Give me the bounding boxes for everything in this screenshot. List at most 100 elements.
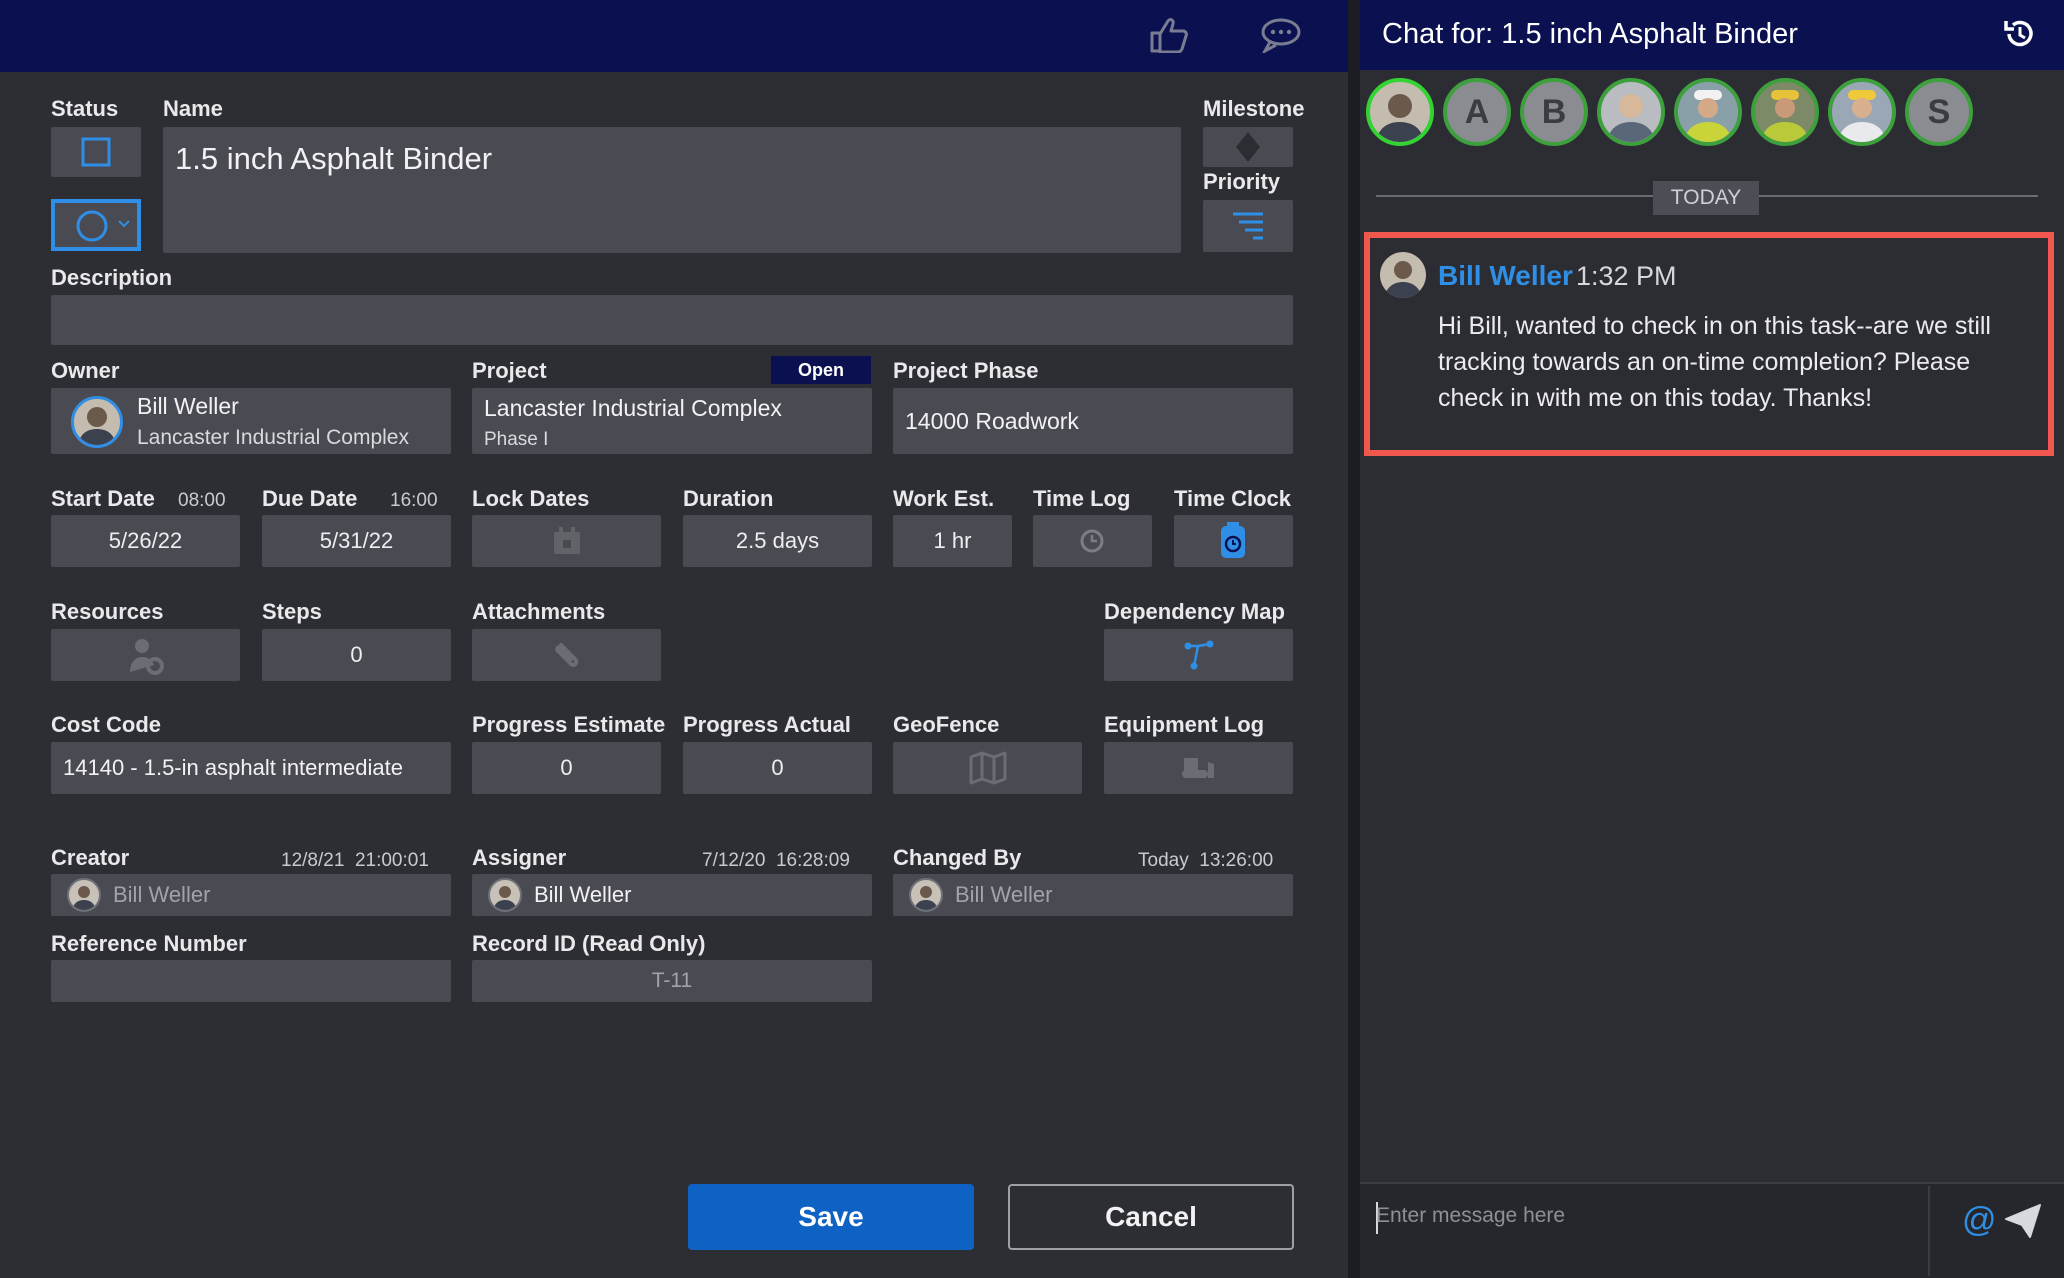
circle-status-icon bbox=[75, 209, 109, 243]
cancel-button[interactable]: Cancel bbox=[1008, 1184, 1294, 1250]
participant-avatar[interactable]: B bbox=[1520, 78, 1588, 146]
project-name: Lancaster Industrial Complex bbox=[484, 395, 782, 421]
send-icon[interactable] bbox=[2002, 1200, 2044, 1242]
creator-avatar bbox=[67, 878, 101, 912]
history-icon[interactable] bbox=[2000, 14, 2040, 54]
cost-code-input[interactable]: 14140 - 1.5-in asphalt intermediate bbox=[51, 742, 451, 794]
calendar-lock-icon bbox=[550, 525, 584, 557]
chat-message[interactable]: Bill Weller 1:32 PM Hi Bill, wanted to c… bbox=[1364, 232, 2054, 456]
changed-by-avatar bbox=[909, 878, 943, 912]
reference-number-input[interactable] bbox=[51, 960, 451, 1002]
save-button[interactable]: Save bbox=[688, 1184, 974, 1250]
creator-label: Creator bbox=[51, 845, 130, 870]
dependency-map-icon bbox=[1181, 637, 1217, 673]
input-placeholder: Enter message here bbox=[1376, 1204, 1566, 1227]
owner-avatar bbox=[71, 396, 123, 448]
status-label: Status bbox=[51, 96, 119, 121]
due-date-input[interactable]: 5/31/22 bbox=[262, 515, 451, 567]
project-phase-sub: Phase I bbox=[484, 429, 549, 450]
dependency-map-button[interactable] bbox=[1104, 629, 1293, 681]
due-date-value: 5/31/22 bbox=[319, 528, 394, 553]
participant-avatar[interactable]: S bbox=[1905, 78, 1973, 146]
participant-avatar[interactable] bbox=[1674, 78, 1742, 146]
participant-avatar[interactable] bbox=[1828, 78, 1896, 146]
creator-time: 12/8/21 21:00:01 bbox=[281, 850, 429, 871]
message-text: Hi Bill, wanted to check in on this task… bbox=[1438, 312, 1991, 412]
equipment-log-label: Equipment Log bbox=[1104, 712, 1265, 737]
task-header-bar bbox=[0, 0, 1348, 72]
record-id-field: T-11 bbox=[472, 960, 872, 1002]
owner-field[interactable]: Bill Weller Lancaster Industrial Complex bbox=[51, 388, 451, 454]
name-input[interactable]: 1.5 inch Asphalt Binder bbox=[163, 127, 1181, 253]
work-est-label: Work Est. bbox=[893, 486, 995, 511]
cost-code-label: Cost Code bbox=[51, 712, 161, 737]
duration-value: 2.5 days bbox=[735, 528, 820, 553]
attachments-button[interactable] bbox=[472, 629, 661, 681]
priority-selector[interactable] bbox=[1203, 200, 1293, 252]
changed-by-time: Today 13:26:00 bbox=[1138, 850, 1274, 871]
description-input[interactable] bbox=[51, 295, 1293, 345]
task-form: Status Name 1.5 inch Asphalt Binder Mile… bbox=[0, 72, 1348, 1278]
participant-avatar[interactable] bbox=[1597, 78, 1665, 146]
project-field[interactable]: Lancaster Industrial Complex Phase I bbox=[472, 388, 872, 454]
status-checkbox[interactable] bbox=[51, 127, 141, 177]
due-date-label: Due Date bbox=[262, 486, 358, 511]
panel-divider[interactable] bbox=[1348, 0, 1360, 1278]
milestone-label: Milestone bbox=[1203, 96, 1305, 121]
milestone-toggle[interactable] bbox=[1203, 127, 1293, 167]
start-date-input[interactable]: 5/26/22 bbox=[51, 515, 240, 567]
lock-dates-label: Lock Dates bbox=[472, 486, 590, 511]
geofence-button[interactable] bbox=[893, 742, 1082, 794]
steps-input[interactable]: 0 bbox=[262, 629, 451, 681]
project-phase-label: Project Phase bbox=[893, 358, 1039, 383]
project-phase-field[interactable]: 14000 Roadwork bbox=[893, 388, 1293, 454]
lock-dates-toggle[interactable] bbox=[472, 515, 661, 567]
assigner-field[interactable]: Bill Weller bbox=[472, 874, 872, 916]
start-date-value: 5/26/22 bbox=[108, 528, 183, 553]
message-author[interactable]: Bill Weller bbox=[1438, 260, 1573, 292]
assigner-name: Bill Weller bbox=[534, 882, 632, 907]
progress-actual-input[interactable]: 0 bbox=[683, 742, 872, 794]
participant-avatar[interactable]: A bbox=[1443, 78, 1511, 146]
time-log-label: Time Log bbox=[1033, 486, 1131, 511]
participant-initial: B bbox=[1541, 92, 1567, 131]
resources-gear-icon bbox=[126, 635, 166, 677]
message-time: 1:32 PM bbox=[1576, 261, 1677, 291]
work-est-value: 1 hr bbox=[933, 528, 972, 553]
project-status-badge: Open bbox=[771, 356, 871, 384]
changed-by-name: Bill Weller bbox=[955, 882, 1053, 907]
at-icon[interactable]: @ bbox=[1962, 1200, 1997, 1240]
status-type-dropdown[interactable] bbox=[51, 199, 141, 251]
start-date-label: Start Date bbox=[51, 486, 155, 511]
map-icon bbox=[968, 750, 1008, 786]
duration-label: Duration bbox=[683, 486, 774, 511]
progress-actual-value: 0 bbox=[771, 755, 784, 780]
due-time: 16:00 bbox=[390, 490, 438, 511]
time-clock-button[interactable] bbox=[1174, 515, 1293, 567]
assigner-label: Assigner bbox=[472, 845, 567, 870]
time-clock-label: Time Clock bbox=[1174, 486, 1291, 511]
steps-value: 0 bbox=[350, 642, 363, 667]
creator-field: Bill Weller bbox=[51, 874, 451, 916]
participant-avatar[interactable] bbox=[1751, 78, 1819, 146]
message-input[interactable]: Enter message here bbox=[1376, 1198, 1916, 1244]
comment-icon[interactable] bbox=[1258, 12, 1304, 58]
participant-avatar[interactable] bbox=[1366, 78, 1434, 146]
date-divider: TODAY bbox=[1653, 181, 1759, 215]
time-log-button[interactable] bbox=[1033, 515, 1152, 567]
description-label: Description bbox=[51, 265, 173, 290]
changed-by-field: Bill Weller bbox=[893, 874, 1293, 916]
name-label: Name bbox=[163, 96, 223, 121]
geofence-label: GeoFence bbox=[893, 712, 1000, 737]
progress-estimate-input[interactable]: 0 bbox=[472, 742, 661, 794]
thumbs-up-icon[interactable] bbox=[1146, 12, 1192, 58]
participant-initial: S bbox=[1927, 92, 1951, 131]
priority-label: Priority bbox=[1203, 169, 1281, 194]
equipment-log-button[interactable] bbox=[1104, 742, 1293, 794]
work-est-input[interactable]: 1 hr bbox=[893, 515, 1012, 567]
duration-input[interactable]: 2.5 days bbox=[683, 515, 872, 567]
resources-button[interactable] bbox=[51, 629, 240, 681]
reference-number-label: Reference Number bbox=[51, 931, 247, 956]
bulldozer-icon bbox=[1179, 752, 1219, 784]
resources-label: Resources bbox=[51, 599, 164, 624]
